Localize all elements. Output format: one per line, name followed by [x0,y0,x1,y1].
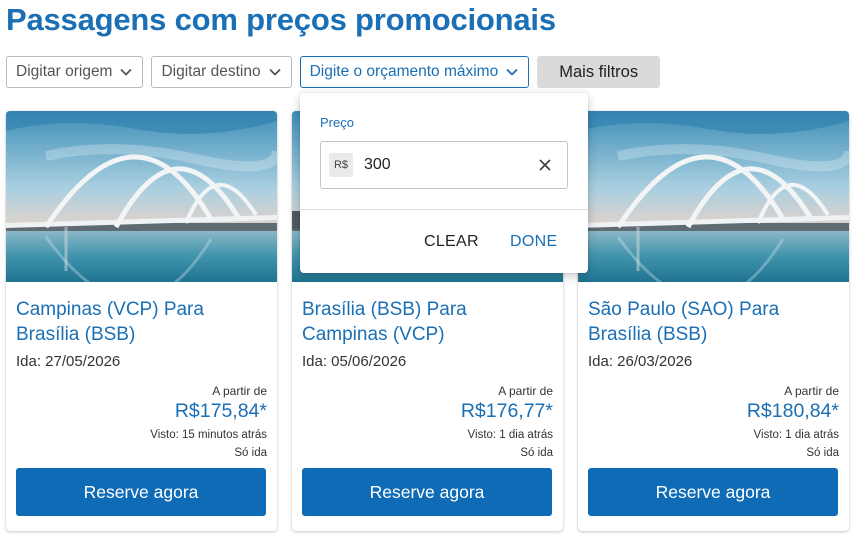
departure-date: Ida: 05/06/2026 [302,353,407,370]
price-from-label: A partir de [784,384,839,398]
price-from-label: A partir de [212,384,267,398]
book-now-button[interactable]: Reserve agora [302,468,552,516]
clear-button[interactable]: CLEAR [424,233,479,251]
origin-filter[interactable]: Digitar origem [6,56,144,88]
price-from-label: A partir de [498,384,553,398]
close-icon[interactable] [530,150,560,180]
book-now-button[interactable]: Reserve agora [588,468,838,516]
book-now-button[interactable]: Reserve agora [16,468,266,516]
budget-filter[interactable]: Digite o orçamento máximo [299,56,530,88]
seen-time: Visto: 1 dia atrás [467,429,553,441]
price-label: Preço [320,115,354,130]
origin-filter-label: Digitar origem [16,63,113,80]
chevron-down-icon [120,66,133,78]
budget-value[interactable]: 300 [364,156,530,174]
trip-type: Só ida [520,447,553,459]
route-title[interactable]: São Paulo (SAO) Para Brasília (BSB) [588,297,838,347]
filter-bar: Digitar origem Digitar destino Digite o … [6,56,661,88]
deal-image [578,111,849,282]
page-title: Passagens com preços promocionais [6,2,556,37]
deal-card[interactable]: Campinas (VCP) Para Brasília (BSB) Ida: … [6,111,277,531]
deal-image [6,111,277,282]
price-block: A partir de R$176,77* Visto: 1 dia atrás… [461,384,553,460]
more-filters-button[interactable]: Mais filtros [537,56,661,88]
departure-date: Ida: 26/03/2026 [588,353,693,370]
budget-input[interactable]: R$ 300 [320,141,568,189]
done-button[interactable]: DONE [510,233,557,251]
trip-type: Só ida [806,447,839,459]
price-block: A partir de R$180,84* Visto: 1 dia atrás… [747,384,839,460]
route-title[interactable]: Campinas (VCP) Para Brasília (BSB) [16,297,266,347]
destination-filter-label: Digitar destino [161,63,261,80]
seen-time: Visto: 1 dia atrás [753,429,839,441]
divider [300,209,588,210]
chevron-down-icon [506,66,518,78]
deal-card[interactable]: São Paulo (SAO) Para Brasília (BSB) Ida:… [578,111,849,531]
price-value: R$175,84* [174,400,267,422]
route-title[interactable]: Brasília (BSB) Para Campinas (VCP) [302,297,552,347]
departure-date: Ida: 27/05/2026 [16,353,121,370]
price-block: A partir de R$175,84* Visto: 15 minutos … [150,384,267,460]
trip-type: Só ida [234,447,267,459]
budget-dropdown: Preço R$ 300 CLEAR DONE [300,93,588,273]
destination-filter[interactable]: Digitar destino [151,56,292,88]
seen-time: Visto: 15 minutos atrás [150,429,267,441]
budget-filter-label: Digite o orçamento máximo [309,63,499,80]
price-value: R$180,84* [746,400,839,422]
currency-badge: R$ [329,153,353,177]
price-value: R$176,77* [460,400,553,422]
chevron-down-icon [268,66,281,78]
